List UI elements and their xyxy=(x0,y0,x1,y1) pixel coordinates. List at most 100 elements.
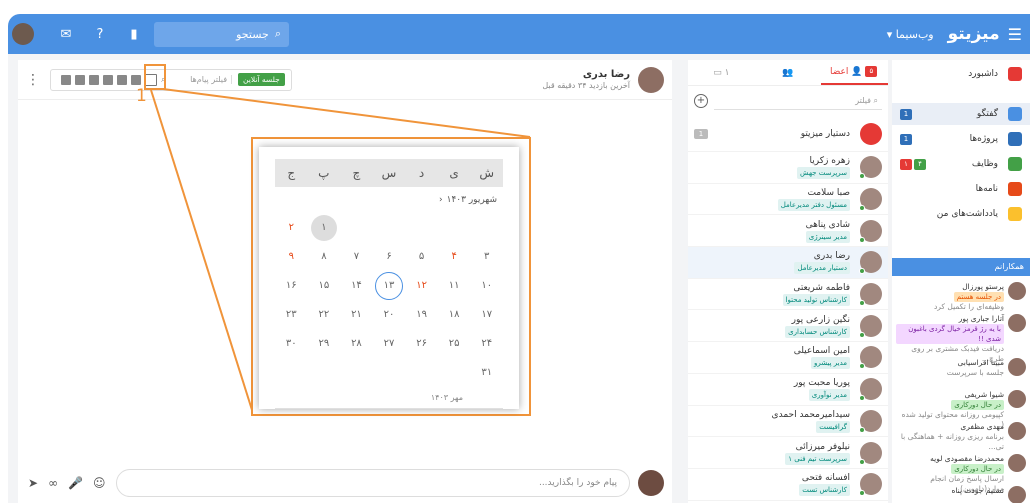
sidebar-item-letters[interactable]: نامه‌ها xyxy=(892,178,1030,200)
sidebar-item-projects[interactable]: پروژه‌ها 1 xyxy=(892,128,1030,150)
sidebar-item-dashboard[interactable]: داشبورد xyxy=(892,63,1030,85)
calendar-day[interactable]: ۱۹ xyxy=(405,300,438,329)
bookmark-icon[interactable]: ▮ xyxy=(126,26,142,42)
tab-members[interactable]: ۵ 👤 اعضا xyxy=(821,60,888,85)
message-input[interactable]: پیام خود را بگذارید... xyxy=(115,469,630,497)
team-member[interactable]: آتارا جباری پور با یه رژ قرمز خیال گردی ب… xyxy=(892,312,1030,363)
calendar-day[interactable]: ۷ xyxy=(340,242,373,271)
calendar-day[interactable]: ۱۵ xyxy=(308,271,341,300)
team-member-name: شیوا شریفی xyxy=(964,390,1004,399)
calendar-day[interactable]: ۲۱ xyxy=(340,300,373,329)
calendar-day[interactable]: ۲۲ xyxy=(308,300,341,329)
status-badge: در جلسه هستم xyxy=(953,292,1004,302)
calendar-empty-cell xyxy=(308,358,341,387)
user-icon[interactable] xyxy=(131,74,141,85)
calendar-day[interactable]: ۱۶ xyxy=(275,271,308,300)
menu-icon[interactable]: ☰ xyxy=(1008,25,1022,44)
contact-info: صبا سلامت مسئول دفتر مدیرعامل xyxy=(694,187,850,212)
online-status-dot xyxy=(859,268,865,275)
contact-row[interactable]: فاطمه شریعتی کارشناس تولید محتوا xyxy=(688,279,888,311)
team-member[interactable]: مهدی مظفری برنامه ریزی روزانه + هماهنگی ب… xyxy=(892,420,1030,452)
calendar-day[interactable]: ۴ xyxy=(438,242,471,271)
contact-row[interactable]: شادی پناهی مدیر سینرژی xyxy=(688,215,888,248)
contact-row[interactable]: نگین زارعی پور کارشناس حسابداری xyxy=(688,310,888,343)
contact-role: مدیر سینرژی xyxy=(805,230,850,243)
message-filter-input[interactable]: فیلتر پیام‌ها xyxy=(172,75,233,84)
chat-icon[interactable]: ✉ xyxy=(58,26,74,42)
calendar-day[interactable]: ۲۶ xyxy=(405,329,438,358)
tab-messages[interactable]: ۱ ▭ xyxy=(688,60,755,85)
calendar-day[interactable]: ۵ xyxy=(405,242,438,271)
calendar-day[interactable]: ۲۵ xyxy=(438,329,471,358)
contact-row[interactable]: سیدامیرمحمد احمدی گرافیست xyxy=(688,406,888,438)
contact-row[interactable]: پوریا محبت پور مدیر نوآوری xyxy=(688,374,888,406)
calendar-day-number: ۸ xyxy=(321,251,327,262)
calendar-day-number: ۱۷ xyxy=(481,309,493,320)
online-meeting-button[interactable]: جلسه آنلاین xyxy=(238,73,285,86)
calendar-day[interactable]: ۱ xyxy=(308,213,341,242)
tab-groups[interactable]: 👥 xyxy=(755,60,822,85)
image-icon[interactable] xyxy=(103,74,113,85)
video-icon[interactable] xyxy=(75,74,85,85)
calendar-day[interactable]: ۲ xyxy=(275,213,308,242)
sidebar-item-chat[interactable]: گفتگو 1 xyxy=(892,103,1030,125)
calendar-day[interactable]: ۶ xyxy=(373,242,406,271)
contact-row[interactable]: زهره زکریا سرپرست جهش xyxy=(688,152,888,184)
brand-logo[interactable]: میزیتو xyxy=(948,24,1000,44)
help-icon[interactable]: ? xyxy=(92,26,108,42)
contact-row[interactable]: رضا بدری دستیار مدیرعامل xyxy=(688,247,888,279)
add-contact-button[interactable]: + xyxy=(694,94,708,108)
chat-user-avatar[interactable] xyxy=(638,66,664,93)
team-member-text: مهدی مظفری برنامه ریزی روزانه + هماهنگی ب… xyxy=(896,422,1004,451)
calendar-day[interactable]: ۲۳ xyxy=(275,300,308,329)
status-badge: در حال دورکاری xyxy=(951,464,1004,474)
calendar-day[interactable]: ۱۱ xyxy=(438,271,471,300)
calendar-day[interactable]: ۳۱ xyxy=(470,358,503,387)
callout-number-1: 1 xyxy=(136,86,147,106)
calendar-day[interactable]: ۳۰ xyxy=(275,329,308,358)
calendar-day[interactable]: ۱۰ xyxy=(470,271,503,300)
calendar-day[interactable]: ۱۸ xyxy=(438,300,471,329)
calendar-day[interactable]: ۱۴ xyxy=(340,271,373,300)
chart-icon[interactable] xyxy=(117,74,127,85)
more-options-icon[interactable]: ⋮ xyxy=(26,72,40,88)
sidebar-item-notes[interactable]: یادداشت‌های من xyxy=(892,203,1030,225)
contact-row[interactable]: دستیار میزیتو 1 xyxy=(688,116,888,152)
calendar-day[interactable]: ۳ xyxy=(470,242,503,271)
sidebar-item-tasks[interactable]: وظایف ۴ ۱ xyxy=(892,153,1030,175)
user-avatar[interactable] xyxy=(12,23,34,45)
composer-actions: ☺ 🎤 ∞ ➤ xyxy=(28,476,106,490)
team-member[interactable]: پرستو پورزال در جلسه هستم وظیفه‌ای را تکمی… xyxy=(892,280,1030,312)
contact-row[interactable]: نیلوفر میرزائی سرپرست تیم فنی ۱ xyxy=(688,437,888,469)
team-member[interactable]: شیوا شریفی در حال دورکاری کپیومی روزانه مح… xyxy=(892,388,1030,429)
contact-row[interactable]: صبا سلامت مسئول دفتر مدیرعامل xyxy=(688,184,888,216)
calendar-day[interactable]: ۹ xyxy=(275,242,308,271)
file-image-icon[interactable] xyxy=(89,74,99,85)
calendar-day[interactable]: ۲۴ xyxy=(470,329,503,358)
emoji-icon[interactable]: ☺ xyxy=(93,476,106,490)
attachment-icon[interactable]: ∞ xyxy=(48,476,58,490)
chevron-left-icon[interactable]: ‹ xyxy=(439,195,443,205)
weekday-label: پ xyxy=(318,166,330,180)
calendar-day[interactable]: ۲۰ xyxy=(373,300,406,329)
team-member[interactable]: محمدرضا مقصودی لویه در حال دورکاری ارسال پ… xyxy=(892,452,1030,493)
calendar-day[interactable]: ۱۳ xyxy=(373,271,406,300)
calendar-day[interactable]: ۱۷ xyxy=(470,300,503,329)
calendar-day[interactable]: ۲۹ xyxy=(308,329,341,358)
calendar-day[interactable]: ۲۸ xyxy=(340,329,373,358)
contacts-filter-input[interactable]: ⌕ فیلتر xyxy=(714,92,882,110)
file-icon[interactable] xyxy=(61,74,71,85)
calendar-day[interactable]: ۱۲ xyxy=(405,271,438,300)
calendar-day-number: ۲۱ xyxy=(351,309,362,320)
contact-row[interactable]: امین اسماعیلی مدیر پیشرو xyxy=(688,342,888,374)
send-icon[interactable]: ➤ xyxy=(28,476,38,490)
calendar-day[interactable]: ۲۷ xyxy=(373,329,406,358)
workspace-selector[interactable]: وب‌سیما ▾ xyxy=(887,28,934,41)
contact-row[interactable]: افسانه فتحی کارشناس تست xyxy=(688,469,888,501)
calendar-day-number: ۲۰ xyxy=(383,309,395,320)
search-input[interactable]: ⌕ جستجو xyxy=(154,21,289,47)
home-icon xyxy=(1008,67,1022,81)
microphone-icon[interactable]: 🎤 xyxy=(68,476,83,490)
calendar-day[interactable]: ۸ xyxy=(308,242,341,271)
online-status-dot xyxy=(859,363,865,370)
